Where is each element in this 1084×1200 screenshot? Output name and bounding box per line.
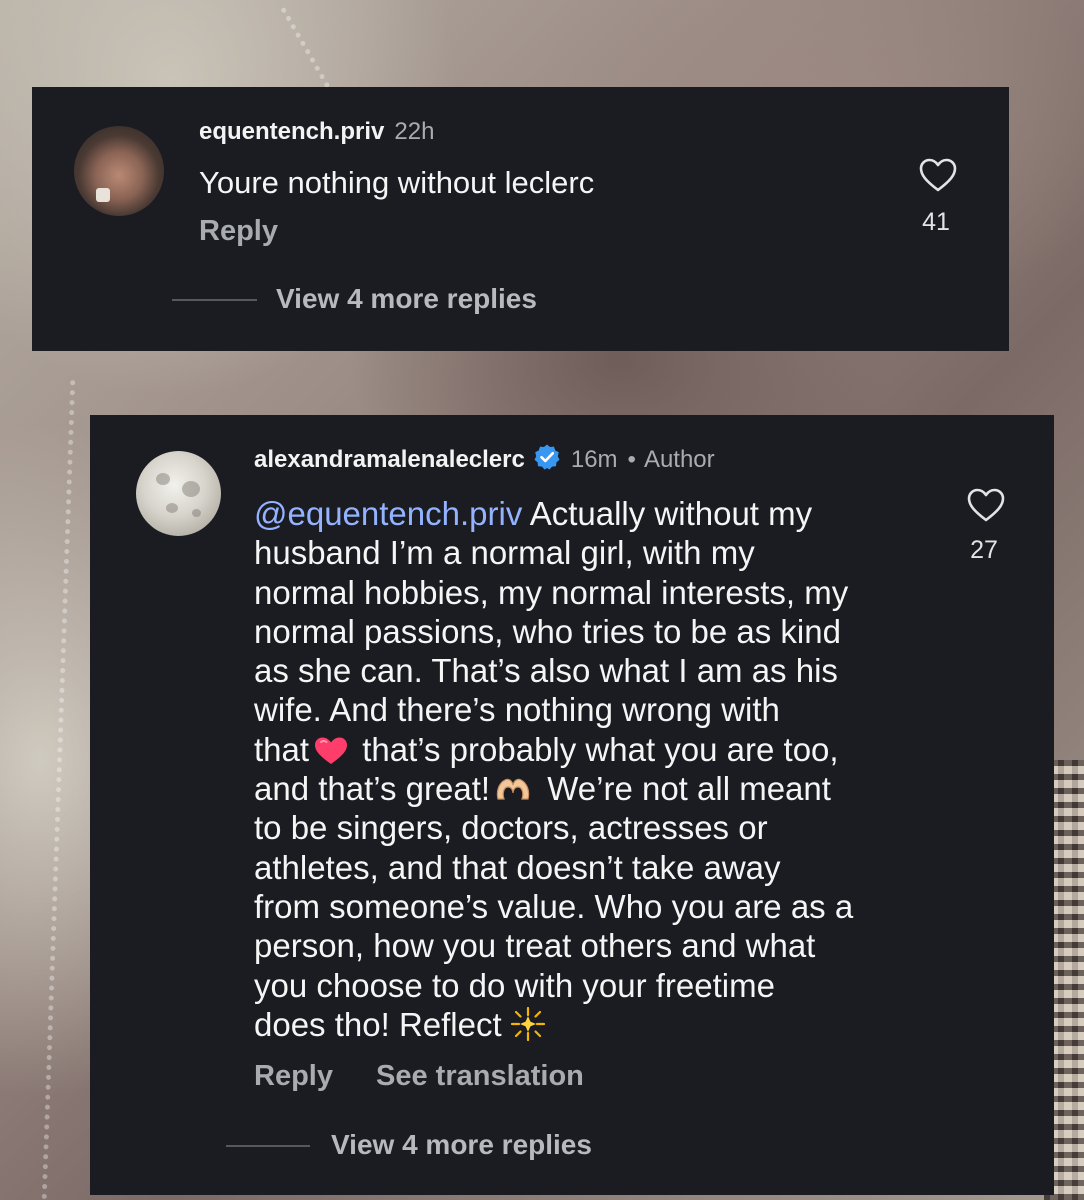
replies-divider [172,299,257,301]
replies-divider [226,1145,310,1147]
comment-line: husband I’m a normal girl, with my [254,534,755,572]
comment-line: and that’s great! We’re not all meant [254,769,954,808]
reply-button[interactable]: Reply [254,1060,333,1093]
comment-text: @equentench.priv Actually without my hus… [254,494,954,1044]
separator-dot: • [627,446,636,473]
reply-button[interactable]: Reply [199,215,278,248]
timestamp: 22h [394,118,435,145]
moon-crater [192,509,201,517]
author-badge: Author [643,446,715,473]
avatar-detail [96,188,110,202]
sparkle-star-emoji-icon [510,1006,545,1041]
username[interactable]: equentench.priv [199,118,384,145]
comment-line: person, how you treat others and what [254,927,816,965]
comment-line: to be singers, doctors, actresses or [254,809,768,847]
moon-crater [166,503,178,513]
comment-line-text: We’re not all meant [538,770,831,808]
comment-line: that that’s probably what you are too, [254,730,954,769]
comment-card: alexandramalenaleclerc 16m • Author @equen… [90,415,1054,1195]
username[interactable]: alexandramalenaleclerc [254,446,525,473]
heart-icon[interactable] [918,157,958,193]
comment-line: @equentench.priv Actually without my [254,494,954,533]
mention-link[interactable]: @equentench.priv [254,495,522,532]
comment-card: equentench.priv 22h Youre nothing without… [32,87,1009,351]
comment-line: from someone’s value. Who you are as a [254,887,854,925]
comment-line: you choose to do with your freetime [254,966,775,1004]
comment-line: athletes, and that doesn’t take away [254,848,781,886]
like-count: 41 [922,208,950,236]
like-count: 27 [970,536,998,564]
comment-header: alexandramalenaleclerc 16m • Author [254,443,715,474]
moon-crater [182,481,200,497]
moon-crater [156,473,170,485]
comment-line-text: that’s probably what you are too, [353,730,839,768]
see-translation-button[interactable]: See translation [376,1060,584,1093]
red-heart-emoji-icon [315,737,348,764]
view-replies-button[interactable]: View 4 more replies [331,1129,592,1161]
comment-line: wife. And there’s nothing wrong with [254,691,780,729]
verified-badge-icon [534,444,560,470]
comment-line-text: Actually without my [522,495,813,532]
comment-line: does tho! Reflect [254,1005,954,1044]
comment-text: Youre nothing without leclerc [199,165,595,200]
comment-line-text: that [254,730,310,768]
timestamp: 16m [570,446,618,473]
avatar[interactable] [136,451,221,536]
comment-header: equentench.priv 22h [199,118,434,146]
comment-line: normal hobbies, my normal interests, my [254,573,849,611]
view-replies-button[interactable]: View 4 more replies [276,283,537,315]
comment-line: normal passions, who tries to be as kind [254,612,841,650]
comment-line-text: and that’s great! [254,770,491,808]
heart-icon[interactable] [966,487,1006,523]
heart-hands-emoji-icon [496,778,530,800]
fabric-seam [41,380,76,1200]
comment-line-text: does tho! Reflect [254,1005,502,1043]
comment-line: as she can. That’s also what I am as his [254,652,838,690]
avatar[interactable] [74,126,164,216]
